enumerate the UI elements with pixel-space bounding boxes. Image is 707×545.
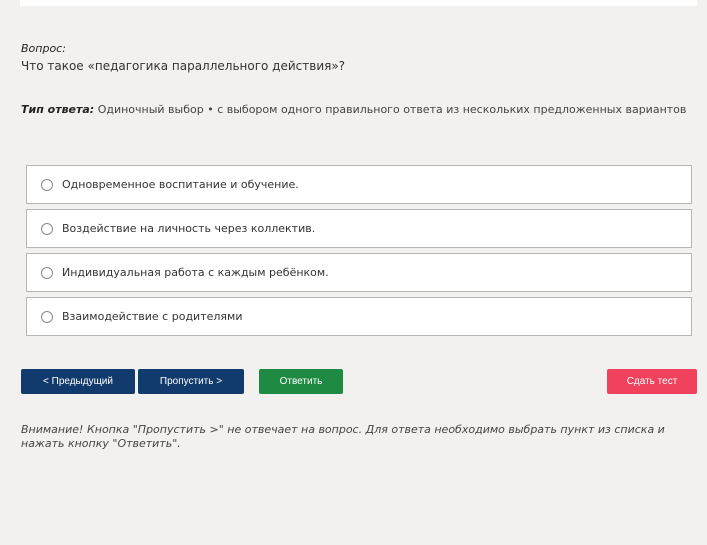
option-label: Воздействие на личность через коллектив. [62, 222, 316, 235]
radio-button-icon[interactable] [41, 222, 53, 235]
option-3[interactable]: Индивидуальная работа с каждым ребёнком. [26, 253, 692, 292]
radio-button-icon[interactable] [41, 178, 53, 191]
option-label: Индивидуальная работа с каждым ребёнком. [62, 266, 329, 279]
answer-type: Тип ответа: Одиночный выбор • с выбором … [21, 103, 686, 116]
option-label: Взаимодействие с родителями [62, 310, 243, 323]
option-4[interactable]: Взаимодействие с родителями [26, 297, 692, 336]
warning-text: Внимание! Кнопка "Пропустить >" не отвеч… [21, 423, 665, 450]
options-list: Одновременное воспитание и обучение. Воз… [26, 165, 692, 341]
submit-test-button[interactable]: Сдать тест [607, 369, 697, 394]
top-card [20, 0, 697, 6]
question-label: Вопрос: [21, 42, 66, 55]
answer-type-label: Тип ответа: [21, 103, 95, 116]
answer-button[interactable]: Ответить [259, 369, 343, 394]
previous-button[interactable]: < Предыдущий [21, 369, 135, 394]
question-text: Что такое «педагогика параллельного дейс… [21, 59, 346, 73]
answer-type-value: Одиночный выбор • с выбором одного прави… [97, 103, 687, 116]
option-2[interactable]: Воздействие на личность через коллектив. [26, 209, 692, 248]
skip-button[interactable]: Пропустить > [138, 369, 244, 394]
option-1[interactable]: Одновременное воспитание и обучение. [26, 165, 692, 204]
radio-button-icon[interactable] [41, 266, 53, 279]
option-label: Одновременное воспитание и обучение. [62, 178, 299, 191]
radio-button-icon[interactable] [41, 310, 53, 323]
